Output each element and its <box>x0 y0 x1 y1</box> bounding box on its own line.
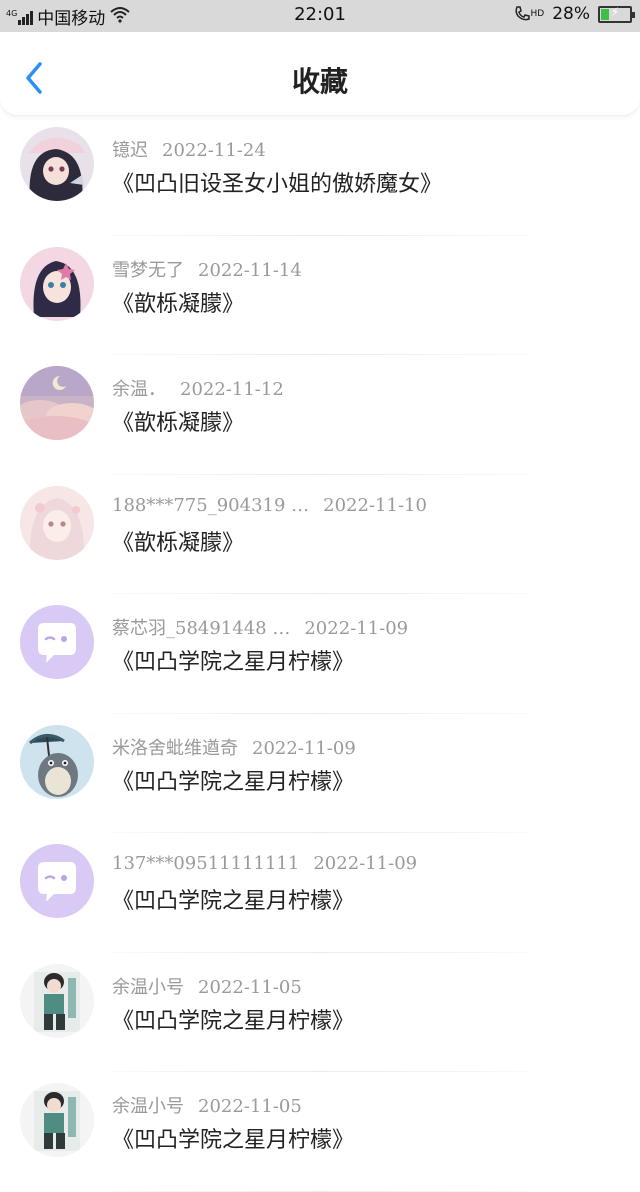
item-meta: 蔡芯羽_58491448 … 2022-11-09 <box>112 614 408 640</box>
author-name: 蔡芯羽_58491448 … <box>112 618 291 639</box>
list-item[interactable]: 137***09511111111 2022-11-09 《凹凸学院之星月柠檬》 <box>0 833 640 953</box>
item-title[interactable]: 《凹凸学院之星月柠檬》 <box>112 644 354 676</box>
list-item[interactable]: 雪梦无了 2022-11-14 《歆栎凝朦》 <box>0 236 640 355</box>
avatar[interactable] <box>20 605 94 679</box>
favorites-list: 镱迟 2022-11-24 《凹凸旧设圣女小姐的傲娇魔女》 雪梦无了 2022-11… <box>0 116 640 1192</box>
avatar[interactable] <box>20 724 94 799</box>
battery-icon: ⚡ <box>598 4 635 23</box>
item-date: 2022-11-09 <box>252 737 356 759</box>
list-item[interactable]: 余温小号 2022-11-05 《凹凸学院之星月柠檬》 <box>0 1072 640 1192</box>
item-meta: 米洛舍蚍维遒奇 2022-11-09 <box>112 734 356 760</box>
item-meta: 镱迟 2022-11-24 <box>112 136 266 162</box>
totoro-image <box>20 724 94 799</box>
item-title[interactable]: 《凹凸学院之星月柠檬》 <box>112 1122 354 1154</box>
page-title: 收藏 <box>291 65 348 98</box>
nav-header: 收藏 <box>0 32 640 116</box>
item-title[interactable]: 《凹凸学院之星月柠檬》 <box>112 883 354 915</box>
author-name: 余温． <box>112 379 166 400</box>
item-meta: 137***09511111111 2022-11-09 <box>112 853 417 874</box>
item-meta: 余温小号 2022-11-05 <box>112 1092 302 1118</box>
clouds-image <box>20 366 94 440</box>
author-name: 188***775_904319 … <box>112 494 310 516</box>
avatar[interactable] <box>20 485 94 560</box>
item-date: 2022-11-10 <box>323 494 427 516</box>
item-title[interactable]: 《歆栎凝朦》 <box>112 525 244 557</box>
status-bar: 4G 中国移动 22:01 HD 28% ⚡ <box>0 0 640 32</box>
item-meta: 188***775_904319 … 2022-11-10 <box>112 495 427 516</box>
anime-character-image <box>20 246 94 321</box>
list-item[interactable]: 余温． 2022-11-12 《歆栎凝朦》 <box>0 355 640 475</box>
item-date: 2022-11-09 <box>313 853 418 874</box>
item-date: 2022-11-05 <box>198 976 302 998</box>
avatar[interactable] <box>20 844 94 918</box>
anime-character-image <box>20 1083 94 1157</box>
item-meta: 余温． 2022-11-12 <box>112 375 284 401</box>
status-right: HD 28% ⚡ <box>513 4 635 24</box>
chat-bubble-icon <box>20 844 94 918</box>
list-item[interactable]: 蔡芯羽_58491448 … 2022-11-09 《凹凸学院之星月柠檬》 <box>0 594 640 714</box>
anime-character-image <box>20 963 94 1038</box>
author-name: 米洛舍蚍维遒奇 <box>112 737 238 759</box>
hd-label: HD <box>530 9 545 19</box>
charging-bolt-icon: ⚡ <box>610 4 620 19</box>
item-title[interactable]: 《凹凸旧设圣女小姐的傲娇魔女》 <box>112 166 442 198</box>
avatar[interactable] <box>20 246 94 321</box>
list-item[interactable]: 余温小号 2022-11-05 《凹凸学院之星月柠檬》 <box>0 953 640 1072</box>
author-name: 余温小号 <box>112 976 184 998</box>
list-item[interactable]: 188***775_904319 … 2022-11-10 《歆栎凝朦》 <box>0 475 640 594</box>
anime-character-image <box>20 485 94 560</box>
item-meta: 余温小号 2022-11-05 <box>112 973 302 999</box>
item-date: 2022-11-14 <box>198 259 302 281</box>
call-hd-icon: HD <box>513 5 545 23</box>
divider <box>110 1190 530 1192</box>
avatar[interactable] <box>20 1083 94 1157</box>
author-name: 137***09511111111 <box>112 853 300 874</box>
item-date: 2022-11-12 <box>180 379 284 400</box>
avatar[interactable] <box>20 963 94 1038</box>
list-item[interactable]: 镱迟 2022-11-24 《凹凸旧设圣女小姐的傲娇魔女》 <box>0 116 640 236</box>
list-item[interactable]: 米洛舍蚍维遒奇 2022-11-09 《凹凸学院之星月柠檬》 <box>0 714 640 833</box>
item-title[interactable]: 《歆栎凝朦》 <box>112 286 244 318</box>
author-name: 镱迟 <box>112 140 148 161</box>
author-name: 雪梦无了 <box>112 259 184 281</box>
chat-bubble-icon <box>20 605 94 679</box>
item-title[interactable]: 《凹凸学院之星月柠檬》 <box>112 764 354 796</box>
item-meta: 雪梦无了 2022-11-14 <box>112 256 302 282</box>
avatar[interactable] <box>20 127 94 201</box>
item-date: 2022-11-09 <box>304 618 409 639</box>
author-name: 余温小号 <box>112 1096 184 1117</box>
item-title[interactable]: 《凹凸学院之星月柠檬》 <box>112 1003 354 1035</box>
item-date: 2022-11-24 <box>162 140 266 161</box>
avatar[interactable] <box>20 366 94 440</box>
item-date: 2022-11-05 <box>198 1096 302 1117</box>
battery-percent: 28% <box>552 4 590 24</box>
item-title[interactable]: 《歆栎凝朦》 <box>112 405 244 437</box>
anime-character-image <box>20 127 94 201</box>
